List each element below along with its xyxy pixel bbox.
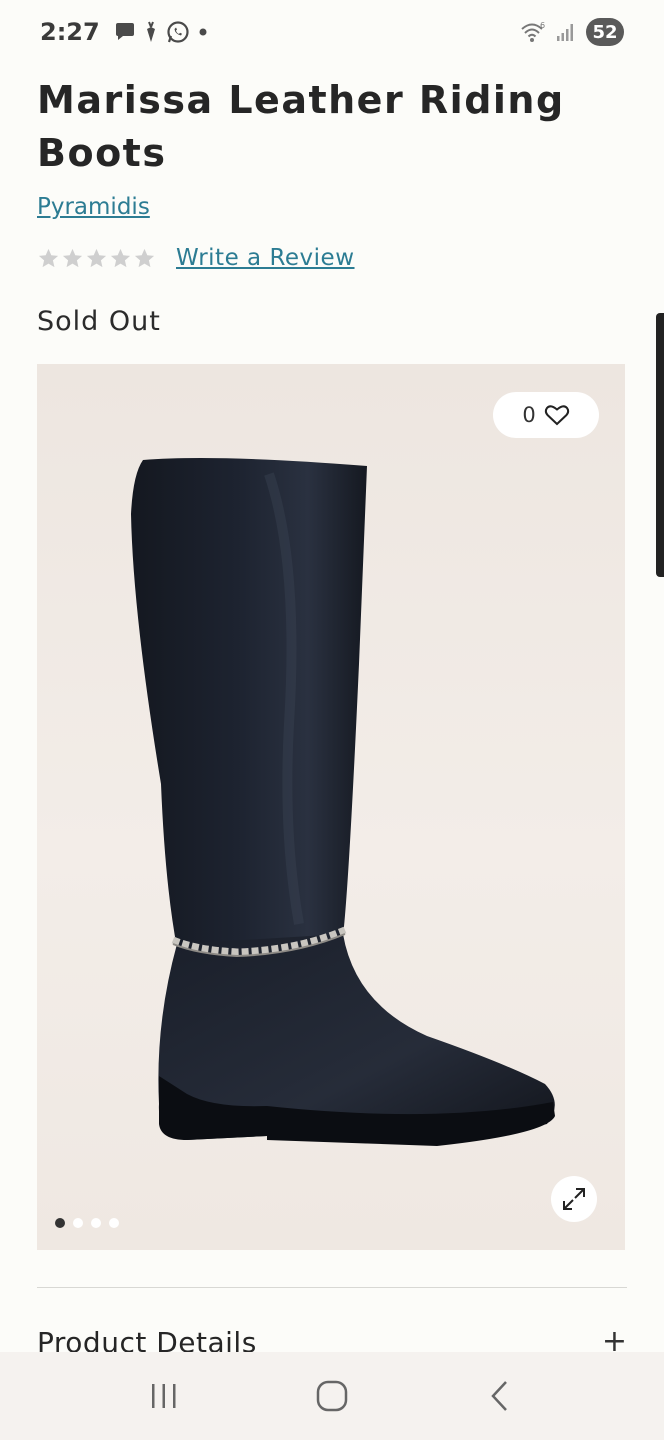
- whatsapp-icon: [167, 21, 189, 43]
- back-icon: [491, 1381, 507, 1411]
- battery-indicator: 52: [586, 18, 624, 46]
- star-icon: [86, 248, 107, 267]
- status-time: 2:27: [40, 18, 100, 46]
- product-image-carousel[interactable]: 0: [37, 364, 625, 1250]
- recents-button[interactable]: [134, 1366, 194, 1426]
- carousel-dot[interactable]: [91, 1218, 101, 1228]
- wishlist-button[interactable]: 0: [493, 392, 599, 438]
- scroll-indicator[interactable]: [656, 313, 664, 577]
- star-icon: [38, 248, 59, 267]
- boot-image: [131, 458, 555, 1146]
- back-button[interactable]: [470, 1366, 530, 1426]
- network-type: 6: [540, 21, 545, 30]
- star-rating: [37, 247, 156, 270]
- fullscreen-button[interactable]: [551, 1176, 597, 1222]
- chat-bubble-icon: [115, 23, 134, 40]
- recents-icon: [152, 1384, 176, 1408]
- dot-icon: [199, 28, 207, 36]
- heart-icon: [544, 405, 569, 426]
- notification-icons: [114, 20, 208, 44]
- carousel-dot[interactable]: [73, 1218, 83, 1228]
- status-bar: 2:27 6 52: [0, 0, 664, 64]
- status-right: 6 52: [520, 18, 624, 46]
- stock-status: Sold Out: [37, 306, 161, 337]
- expand-icon: [563, 1188, 585, 1210]
- star-icon: [110, 248, 131, 267]
- star-icon: [62, 248, 83, 267]
- system-nav-bar: [0, 1352, 664, 1440]
- star-icon: [134, 248, 155, 267]
- signal-icon: [557, 24, 573, 41]
- home-icon: [316, 1380, 348, 1412]
- wifi-icon: 6: [521, 21, 545, 42]
- write-review-link[interactable]: Write a Review: [176, 245, 355, 271]
- carousel-dots: [55, 1218, 119, 1228]
- section-divider: [37, 1287, 627, 1288]
- carousel-dot[interactable]: [55, 1218, 65, 1228]
- brand-link[interactable]: Pyramidis: [37, 194, 150, 220]
- rating-row: Write a Review: [37, 245, 355, 271]
- carrot-icon: [146, 21, 155, 42]
- product-title: Marissa Leather Riding Boots: [37, 78, 565, 175]
- carousel-dot[interactable]: [109, 1218, 119, 1228]
- wishlist-count: 0: [522, 403, 536, 427]
- home-button[interactable]: [302, 1366, 362, 1426]
